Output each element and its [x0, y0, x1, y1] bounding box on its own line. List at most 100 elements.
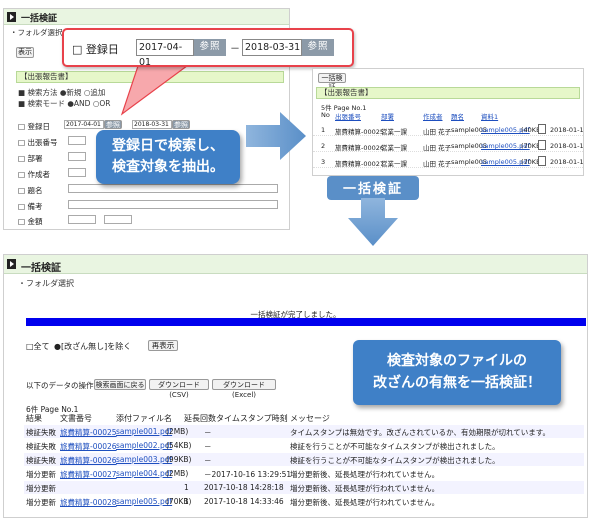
- main-panel-title: 一括検証: [21, 263, 61, 274]
- dept-input[interactable]: [68, 152, 86, 161]
- main-cell-doc[interactable]: 旅費精算-00026: [60, 441, 117, 452]
- zoom-regdate-label: □ 登録日: [72, 43, 119, 56]
- amount-to-input[interactable]: [104, 215, 132, 224]
- result-header-file[interactable]: 資料1: [481, 111, 498, 121]
- field-dept[interactable]: □ 部署: [18, 153, 42, 164]
- callout-verify: 検査対象のファイルの 改ざんの有無を一括検証！: [353, 340, 561, 405]
- result-cell-dept: 営業一課: [381, 128, 407, 136]
- main-cell-ext: 1: [184, 497, 189, 506]
- trip-no-input[interactable]: [68, 136, 86, 145]
- redisplay-button[interactable]: 再表示: [148, 340, 178, 351]
- zoom-pointer: [120, 60, 197, 116]
- document-icon[interactable]: [538, 124, 546, 134]
- document-icon[interactable]: [538, 140, 546, 150]
- regdate-to-small[interactable]: 2018-03-31: [132, 120, 172, 129]
- callout-search-line1: 登録日で検索し、: [112, 138, 224, 154]
- result-header-trip[interactable]: 出張番号: [335, 111, 361, 121]
- amount-from-input[interactable]: [68, 215, 96, 224]
- search-mode-label: ■ 検索モード: [18, 99, 65, 108]
- main-panel-header: 一括検証: [4, 255, 587, 274]
- progress-track: [26, 318, 586, 326]
- zoom-ref-button-1[interactable]: 参照: [194, 39, 226, 56]
- main-cell-ts: －: [204, 442, 212, 451]
- result-header-no: No: [321, 111, 330, 119]
- callout-search: 登録日で検索し、 検査対象を抽出。: [96, 130, 240, 184]
- main-cell-doc[interactable]: 旅費精算-00027: [60, 469, 117, 480]
- regdate-ref-small-1[interactable]: 参照: [104, 120, 122, 129]
- main-cell-file[interactable]: sample002.pdf: [116, 441, 172, 450]
- main-cell-file[interactable]: sample005.pdf: [116, 497, 172, 506]
- radio-all[interactable]: □全て: [26, 341, 50, 352]
- header-arrow-icon: [7, 12, 16, 22]
- result-cell-author: 山田 花子: [423, 144, 452, 152]
- main-table-row[interactable]: 増分更新 旅費精算-00027 sample004.pdf (2MB) －2017-10…: [24, 467, 584, 480]
- main-cell-result: 増分更新: [26, 498, 56, 507]
- result-cell-date: 2018-01-17: [550, 158, 584, 166]
- title-input[interactable]: [68, 184, 278, 193]
- zoom-date-from[interactable]: 2017-04-01: [136, 39, 194, 68]
- main-header-result: 結果: [26, 414, 42, 423]
- callout-search-line2: 検査対象を抽出。: [112, 159, 224, 175]
- result-row[interactable]: 1 旅費精算-00025 営業一課 山田 花子 sample005 sample005.p…: [313, 124, 583, 136]
- bulk-verify-button[interactable]: 一括検証: [318, 73, 346, 91]
- regdate-from-small[interactable]: 2017-04-01: [64, 120, 104, 129]
- main-cell-msg: 検証を行うことが不可能なタイムスタンプが検出されました。: [290, 442, 500, 451]
- main-cell-result: 増分更新: [26, 484, 56, 493]
- regdate-from-small-text: 2017-04-01: [66, 121, 101, 128]
- result-cell-date: 2018-01-17: [550, 126, 584, 134]
- main-cell-result: 検証失敗: [26, 456, 56, 465]
- search-mode-and-radio[interactable]: ●AND: [67, 99, 90, 108]
- display-button[interactable]: 表示: [16, 47, 34, 58]
- main-cell-file[interactable]: sample004.pdf: [116, 469, 172, 478]
- result-row[interactable]: 2 旅費精算-00026 営業一課 山田 花子 sample005 sample005.p…: [313, 140, 583, 152]
- main-folder-select-link[interactable]: ・フォルダ選択: [18, 278, 74, 289]
- main-cell-doc[interactable]: 旅費精算-00026: [60, 455, 117, 466]
- main-cell-file[interactable]: sample001.pdf: [116, 427, 172, 436]
- regdate-ref-small-2[interactable]: 参照: [172, 120, 190, 129]
- result-header-dept[interactable]: 部署: [381, 111, 394, 121]
- main-table-row[interactable]: 増分更新 1 2017-10-18 14:28:18 増分更新後、延長処理が行われてい…: [24, 481, 584, 494]
- main-cell-doc[interactable]: 旅費精算-00025: [60, 427, 117, 438]
- field-title[interactable]: □ 題名: [18, 185, 42, 196]
- main-header-file: 添付ファイル名: [116, 414, 172, 423]
- result-header-author[interactable]: 作成者: [423, 111, 443, 121]
- main-table-row[interactable]: 検証失敗 旅費精算-00025 sample001.pdf (2MB) － タイムスタンプ…: [24, 425, 584, 438]
- folder-select-link[interactable]: ・フォルダ選択: [10, 27, 63, 38]
- main-cell-size: (99KB): [166, 455, 192, 464]
- result-header-title[interactable]: 題名: [451, 111, 464, 121]
- main-table-row[interactable]: 検証失敗 旅費精算-00026 sample002.pdf (54KB) － 検証を行うこ…: [24, 439, 584, 452]
- document-icon[interactable]: [538, 156, 546, 166]
- field-regdate[interactable]: □ 登録日: [18, 121, 50, 132]
- field-note[interactable]: □ 備考: [18, 201, 42, 212]
- zoom-ref-button-2[interactable]: 参照: [302, 39, 334, 56]
- download-csv-button[interactable]: ダウンロード(CSV): [149, 379, 209, 399]
- zoom-box: □ 登録日 2017-04-01 参照 － 2018-03-31 参照: [62, 28, 354, 68]
- main-cell-doc[interactable]: 旅費精算-00028: [60, 497, 117, 508]
- main-cell-msg: 増分更新後、延長処理が行われていません。: [290, 470, 440, 479]
- zoom-date-to[interactable]: 2018-03-31: [242, 39, 302, 56]
- radio-exclude-unchanged[interactable]: ●[改ざん無し]を除く: [54, 341, 131, 352]
- author-input[interactable]: [68, 168, 86, 177]
- field-author[interactable]: □ 作成者: [18, 169, 50, 180]
- note-input[interactable]: [68, 200, 278, 209]
- field-trip-no[interactable]: □ 出張番号: [18, 137, 57, 148]
- result-row[interactable]: 3 旅費精算-00027 営業一課 山田 花子 sample005 sample005.p…: [313, 156, 583, 168]
- result-cell-trip: 旅費精算-00025: [335, 128, 385, 136]
- result-report-label: 【出張報告書】: [316, 87, 580, 99]
- main-cell-file[interactable]: sample003.pdf: [116, 455, 172, 464]
- mid-verify-text: 一括検証: [342, 182, 403, 197]
- zoom-separator: －: [230, 44, 240, 55]
- search-mode-row: ■ 検索モード ●AND ○OR: [18, 98, 111, 109]
- download-excel-button[interactable]: ダウンロード(Excel): [212, 379, 276, 399]
- main-table-row[interactable]: 増分更新 旅費精算-00028 sample005.pdf (70KB) 1 2017-1…: [24, 495, 584, 508]
- result-header-row: No 出張番号 部署 作成者 題名 資料1: [313, 111, 583, 121]
- main-header-ts: タイムスタンプ時刻: [216, 414, 288, 423]
- back-to-search-button[interactable]: 検索画面に戻る: [94, 379, 146, 390]
- search-method-new-radio[interactable]: ●新規: [60, 88, 82, 97]
- main-cell-ts: 2017-10-18 14:28:18: [204, 483, 284, 492]
- field-amount[interactable]: □ 金額: [18, 216, 42, 227]
- main-cell-msg: 検証を行うことが不可能なタイムスタンプが検出されました。: [290, 456, 500, 465]
- main-table-row[interactable]: 検証失敗 旅費精算-00026 sample003.pdf (99KB) － 検証を行うこ…: [24, 453, 584, 466]
- result-cell-dept: 営業一課: [381, 160, 407, 168]
- main-header-doc: 文書番号: [60, 414, 92, 423]
